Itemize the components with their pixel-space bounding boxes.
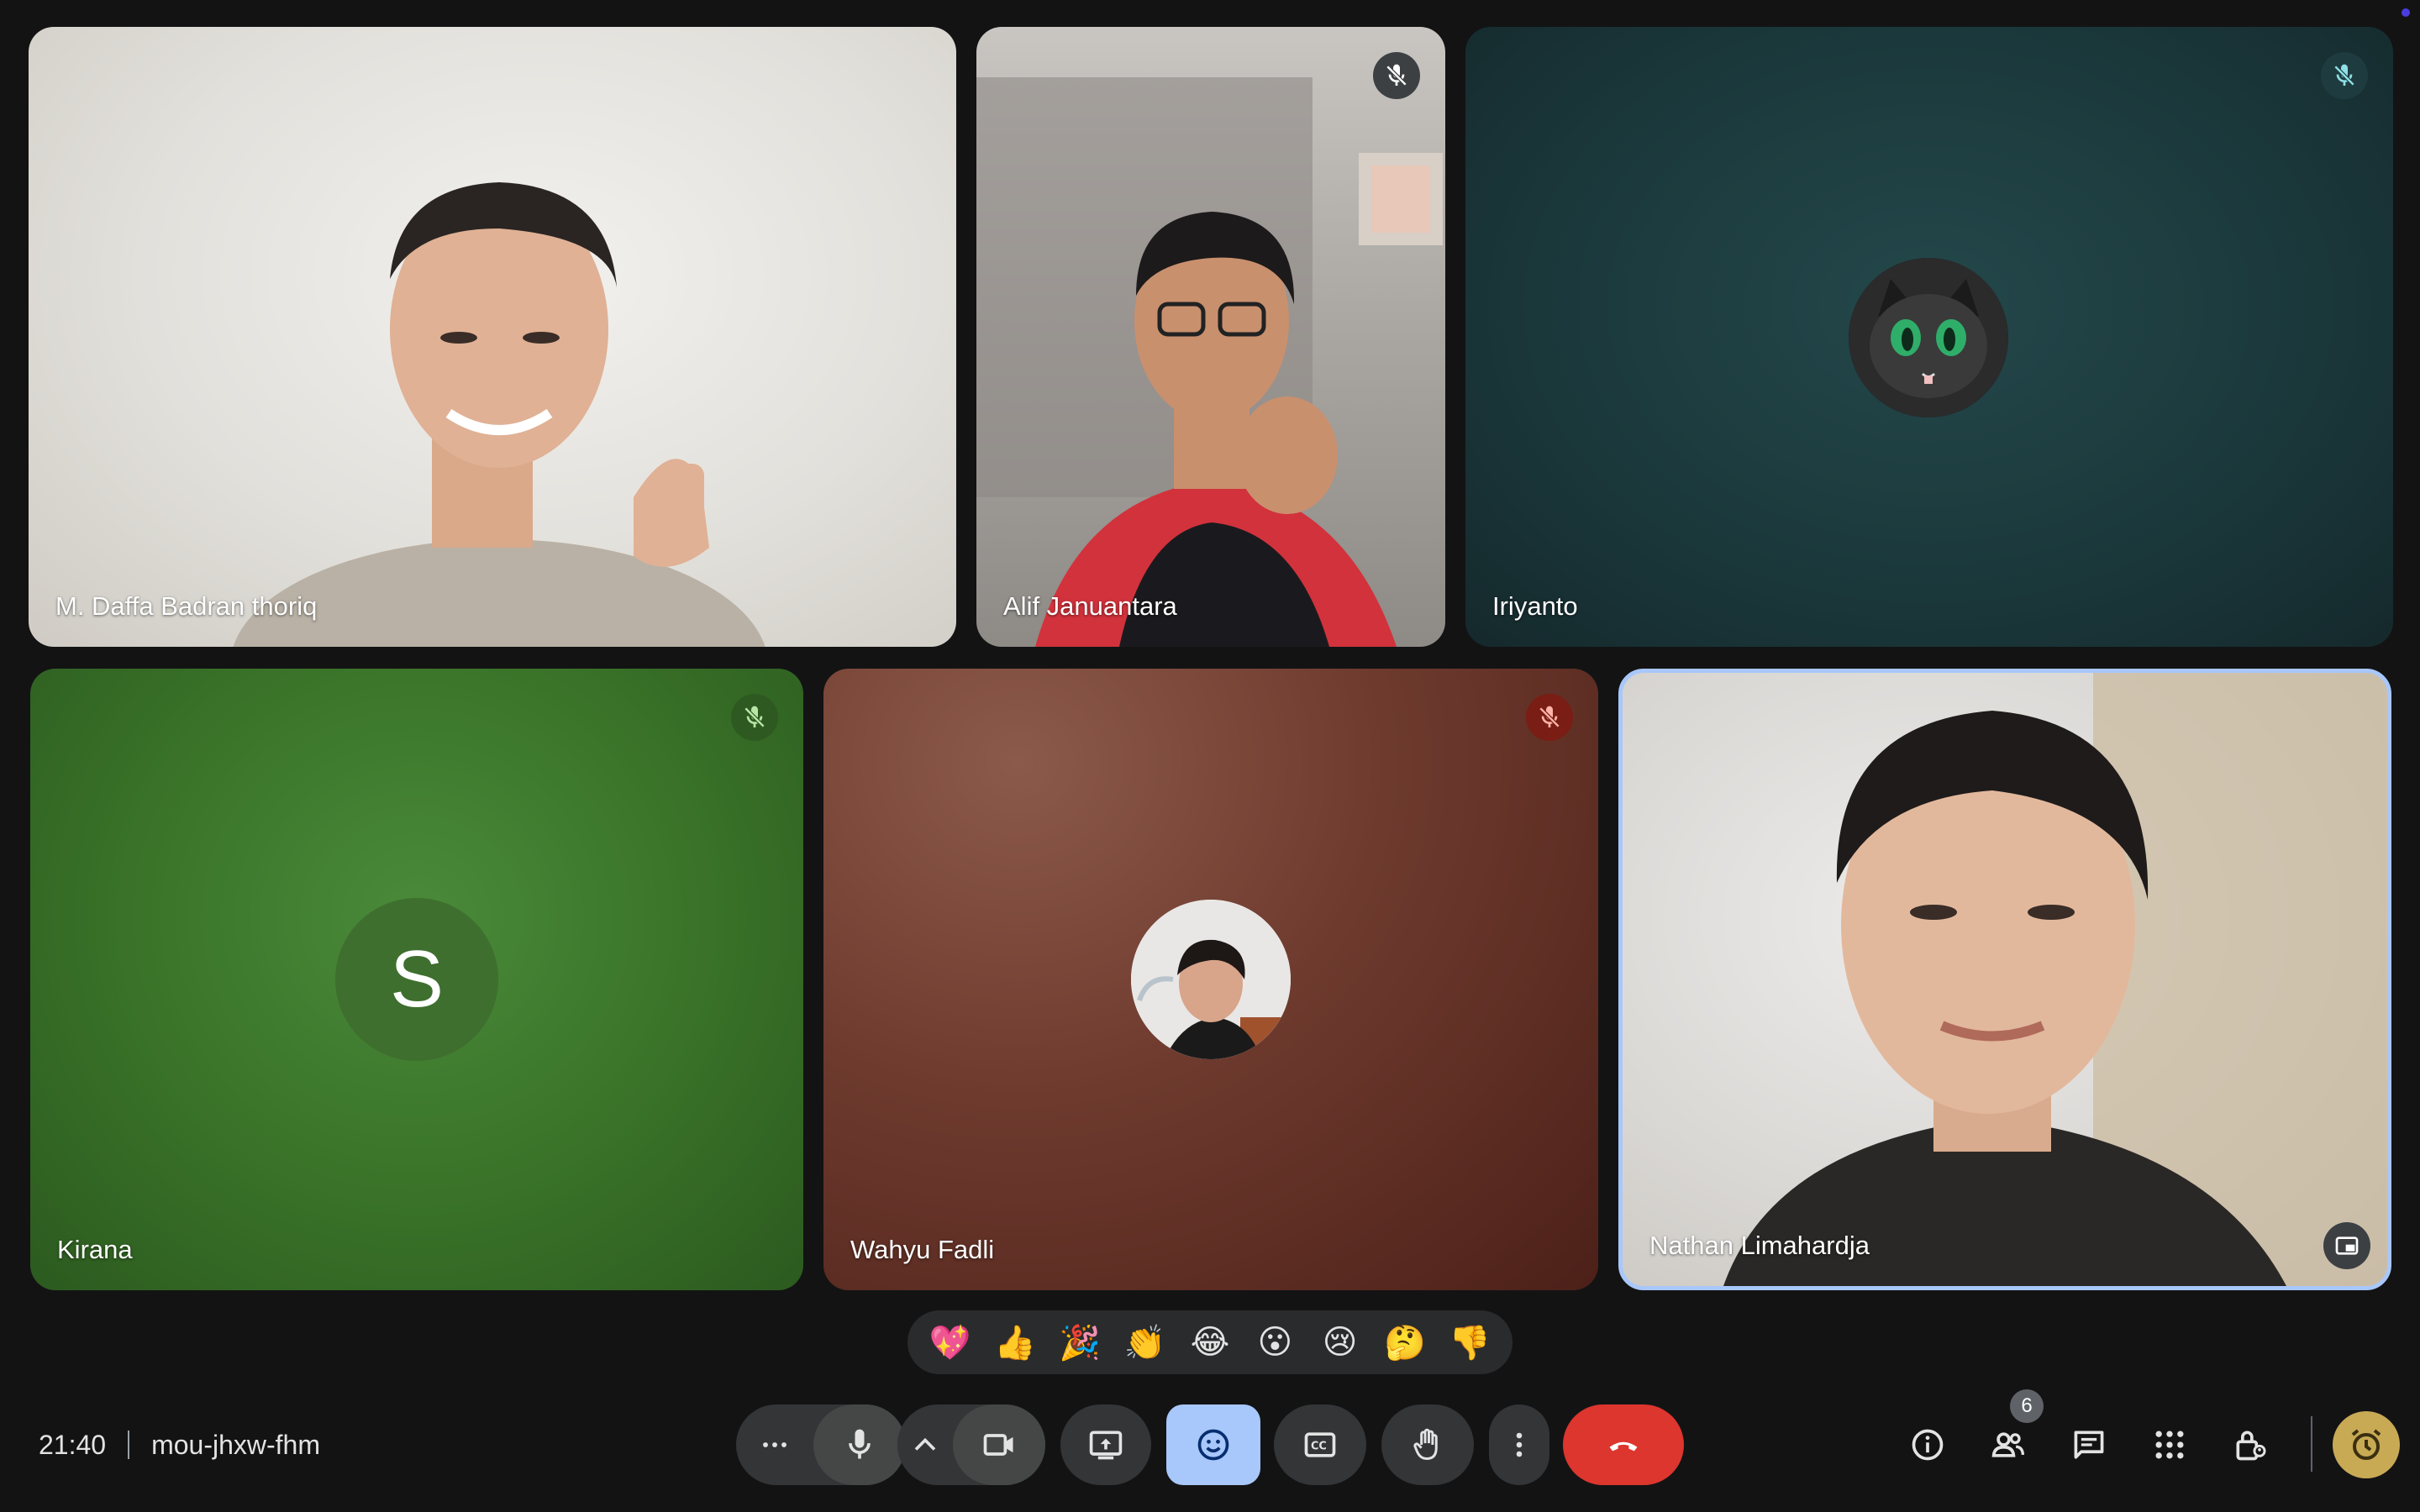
divider — [2311, 1416, 2312, 1472]
participant-tile[interactable]: Wahyu Fadli — [823, 669, 1598, 1290]
meeting-time: 21:40 — [39, 1429, 107, 1460]
participant-name: Iriyanto — [1492, 591, 1578, 621]
svg-text:CC: CC — [1311, 1441, 1327, 1453]
chevron-up-icon — [914, 1437, 936, 1451]
pip-icon[interactable] — [2323, 1222, 2370, 1269]
participant-tile[interactable]: S Kirana — [30, 669, 803, 1290]
activities-button[interactable] — [2144, 1420, 2195, 1470]
hand-icon — [1413, 1428, 1438, 1460]
info-icon — [1912, 1429, 1944, 1461]
people-count-badge: 6 — [2010, 1389, 2044, 1423]
status-indicator-dot — [2402, 8, 2410, 17]
present-to-all-icon — [1089, 1431, 1123, 1460]
call-end-icon — [1609, 1441, 1638, 1452]
participant-avatar — [1131, 900, 1291, 1059]
host-controls-button[interactable] — [2225, 1420, 2275, 1470]
reaction-thinking[interactable]: 🤔 — [1376, 1313, 1434, 1372]
participant-avatar — [1849, 258, 2008, 417]
participant-video — [1723, 673, 2387, 1286]
more-horiz-icon — [763, 1442, 786, 1447]
people-button[interactable] — [1983, 1420, 2033, 1470]
participant-video — [976, 77, 1443, 647]
audio-control-group — [736, 1404, 906, 1485]
reaction-thumbs-down[interactable]: 👎 — [1440, 1313, 1499, 1372]
mic-off-icon — [1373, 52, 1420, 99]
captions-button[interactable]: CC — [1274, 1404, 1366, 1485]
chat-icon — [2074, 1431, 2104, 1459]
videocam-icon — [983, 1434, 1013, 1456]
mic-off-icon — [731, 694, 778, 741]
mic-off-icon — [1526, 694, 1573, 741]
more-options-button[interactable] — [1489, 1404, 1549, 1485]
mic-icon — [849, 1429, 871, 1459]
participant-tile[interactable]: M. Daffa Badran thoriq — [29, 27, 956, 647]
emoji-icon — [1197, 1429, 1229, 1461]
participant-avatar: S — [335, 898, 498, 1061]
reactions-bar: 💖 👍 🎉 👏 😂 😮 😢 🤔 👎 — [908, 1310, 1512, 1374]
timer-button[interactable] — [2333, 1411, 2400, 1478]
audio-options-button[interactable] — [736, 1404, 813, 1485]
participant-tile[interactable]: Iriyanto — [1465, 27, 2393, 647]
divider — [128, 1431, 130, 1459]
leave-call-button[interactable] — [1563, 1404, 1684, 1485]
video-control-group — [897, 1404, 1045, 1485]
closed-captions-icon: CC — [1304, 1432, 1336, 1457]
meeting-details-button[interactable] — [1902, 1420, 1953, 1470]
mic-button[interactable] — [813, 1404, 906, 1485]
lock-person-icon — [2236, 1431, 2266, 1461]
meeting-stage: M. Daffa Badran thoriq Alif Januantara I… — [0, 0, 2420, 1512]
camera-button[interactable] — [953, 1404, 1045, 1485]
more-vert-icon — [1516, 1432, 1523, 1457]
reaction-clapping[interactable]: 👏 — [1116, 1313, 1175, 1372]
participant-tile[interactable]: Alif Januantara — [976, 27, 1445, 647]
participant-tile-active-speaker[interactable]: Nathan Limahardja — [1618, 669, 2391, 1290]
present-screen-button[interactable] — [1060, 1404, 1151, 1485]
people-icon — [1991, 1432, 2025, 1457]
participant-video — [233, 182, 765, 647]
reaction-surprised[interactable]: 😮 — [1245, 1313, 1304, 1372]
participant-name: M. Daffa Badran thoriq — [55, 591, 318, 621]
video-options-button[interactable] — [897, 1404, 953, 1485]
chat-button[interactable] — [2064, 1420, 2114, 1470]
reaction-laughing[interactable]: 😂 — [1181, 1313, 1239, 1372]
participant-name: Nathan Limahardja — [1649, 1231, 1870, 1260]
raise-hand-button[interactable] — [1381, 1404, 1474, 1485]
reaction-thumbs-up[interactable]: 👍 — [986, 1313, 1044, 1372]
participant-name: Kirana — [57, 1235, 133, 1264]
reaction-crying[interactable]: 😢 — [1311, 1313, 1370, 1372]
reaction-sparkling-heart[interactable]: 💖 — [921, 1313, 980, 1372]
mic-off-icon — [2321, 52, 2368, 99]
meeting-info: 21:40 mou-jhxw-fhm — [39, 1428, 320, 1462]
reactions-button[interactable] — [1166, 1404, 1260, 1485]
reaction-party-popper[interactable]: 🎉 — [1050, 1313, 1109, 1372]
apps-grid-icon — [2155, 1431, 2184, 1459]
meeting-code[interactable]: mou-jhxw-fhm — [151, 1430, 320, 1461]
alarm-icon — [2351, 1429, 2381, 1460]
participant-name: Alif Januantara — [1003, 591, 1177, 621]
participant-name: Wahyu Fadli — [850, 1235, 995, 1264]
